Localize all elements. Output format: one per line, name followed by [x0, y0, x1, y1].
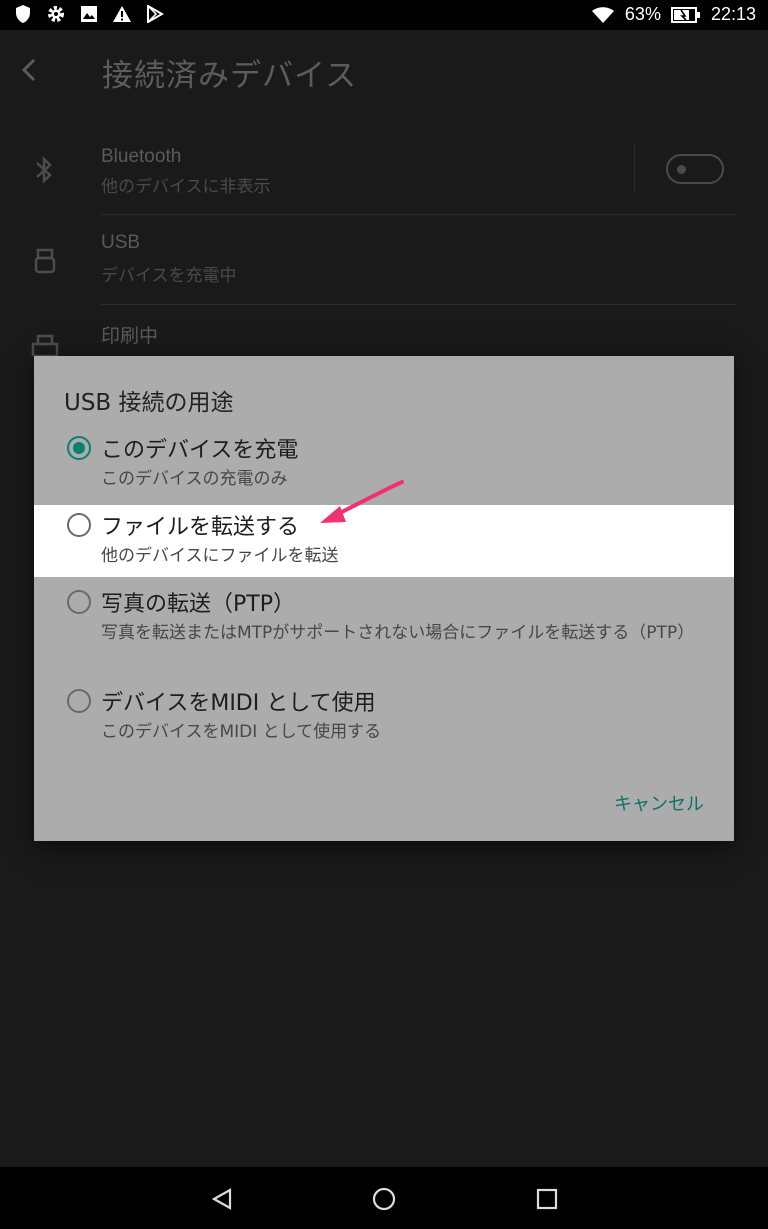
- shield-icon: [16, 5, 30, 23]
- vertical-divider: [634, 144, 635, 192]
- option-ptp[interactable]: 写真の転送（PTP） 写真を転送またはMTPがサポートされない場合にファイルを転…: [34, 582, 734, 672]
- page-title: 接続済みデバイス: [102, 58, 358, 94]
- back-icon[interactable]: [210, 1187, 234, 1211]
- radio-button-selected[interactable]: [67, 436, 91, 460]
- battery-percent: 63%: [624, 4, 661, 24]
- status-icons-right: 63% 22:13: [591, 4, 756, 25]
- radio-button[interactable]: [67, 513, 91, 537]
- option-midi[interactable]: デバイスをMIDI として使用 このデバイスをMIDI として使用する: [34, 681, 734, 751]
- option-label: このデバイスを充電: [101, 438, 299, 463]
- divider: [101, 304, 736, 305]
- warning-icon: [113, 6, 131, 22]
- status-bar: 63% 22:13: [0, 0, 768, 30]
- app-bar: 接続済みデバイス: [0, 30, 768, 114]
- toggle-knob: [677, 165, 686, 174]
- list-item-bluetooth[interactable]: Bluetooth 他のデバイスに非表示: [0, 140, 768, 214]
- cancel-button[interactable]: キャンセル: [614, 790, 704, 816]
- radio-button[interactable]: [67, 689, 91, 713]
- radio-button[interactable]: [67, 590, 91, 614]
- option-description: 他のデバイスにファイルを転送: [101, 546, 339, 566]
- printer-icon: [31, 334, 59, 356]
- wifi-icon: [591, 6, 614, 23]
- bluetooth-subtitle: 他のデバイスに非表示: [101, 177, 271, 197]
- option-label: 写真の転送（PTP）: [101, 592, 295, 617]
- usb-title: USB: [101, 232, 141, 253]
- bluetooth-icon: [36, 155, 52, 185]
- status-icons-left: [14, 4, 164, 24]
- clock: 22:13: [710, 4, 756, 24]
- annotation-arrow-icon: [320, 480, 404, 523]
- back-arrow-icon[interactable]: [16, 56, 44, 84]
- list-item-usb[interactable]: USB デバイスを充電中: [0, 226, 768, 304]
- option-label: デバイスをMIDI として使用: [101, 691, 376, 716]
- usb-icon: [34, 248, 56, 274]
- printing-title: 印刷中: [101, 326, 159, 347]
- list-item-printing[interactable]: 印刷中: [0, 312, 768, 356]
- battery-charging-icon: [670, 6, 700, 23]
- play-store-icon: [147, 5, 164, 23]
- option-description: このデバイスをMIDI として使用する: [101, 722, 382, 742]
- home-icon[interactable]: [372, 1187, 396, 1211]
- usb-usage-dialog: USB 接続の用途 このデバイスを充電 このデバイスの充電のみ ファイルを転送す…: [34, 356, 734, 841]
- bluetooth-toggle[interactable]: [666, 154, 724, 184]
- gear-icon: [48, 6, 64, 22]
- navigation-bar: [0, 1167, 768, 1229]
- bluetooth-title: Bluetooth: [101, 146, 182, 167]
- option-description: 写真を転送またはMTPがサポートされない場合にファイルを転送する（PTP）: [101, 623, 695, 643]
- image-icon: [81, 6, 97, 22]
- divider: [101, 214, 736, 215]
- recents-icon[interactable]: [536, 1188, 558, 1210]
- option-label: ファイルを転送する: [101, 515, 300, 540]
- usb-subtitle: デバイスを充電中: [101, 266, 237, 286]
- dialog-title: USB 接続の用途: [64, 390, 234, 416]
